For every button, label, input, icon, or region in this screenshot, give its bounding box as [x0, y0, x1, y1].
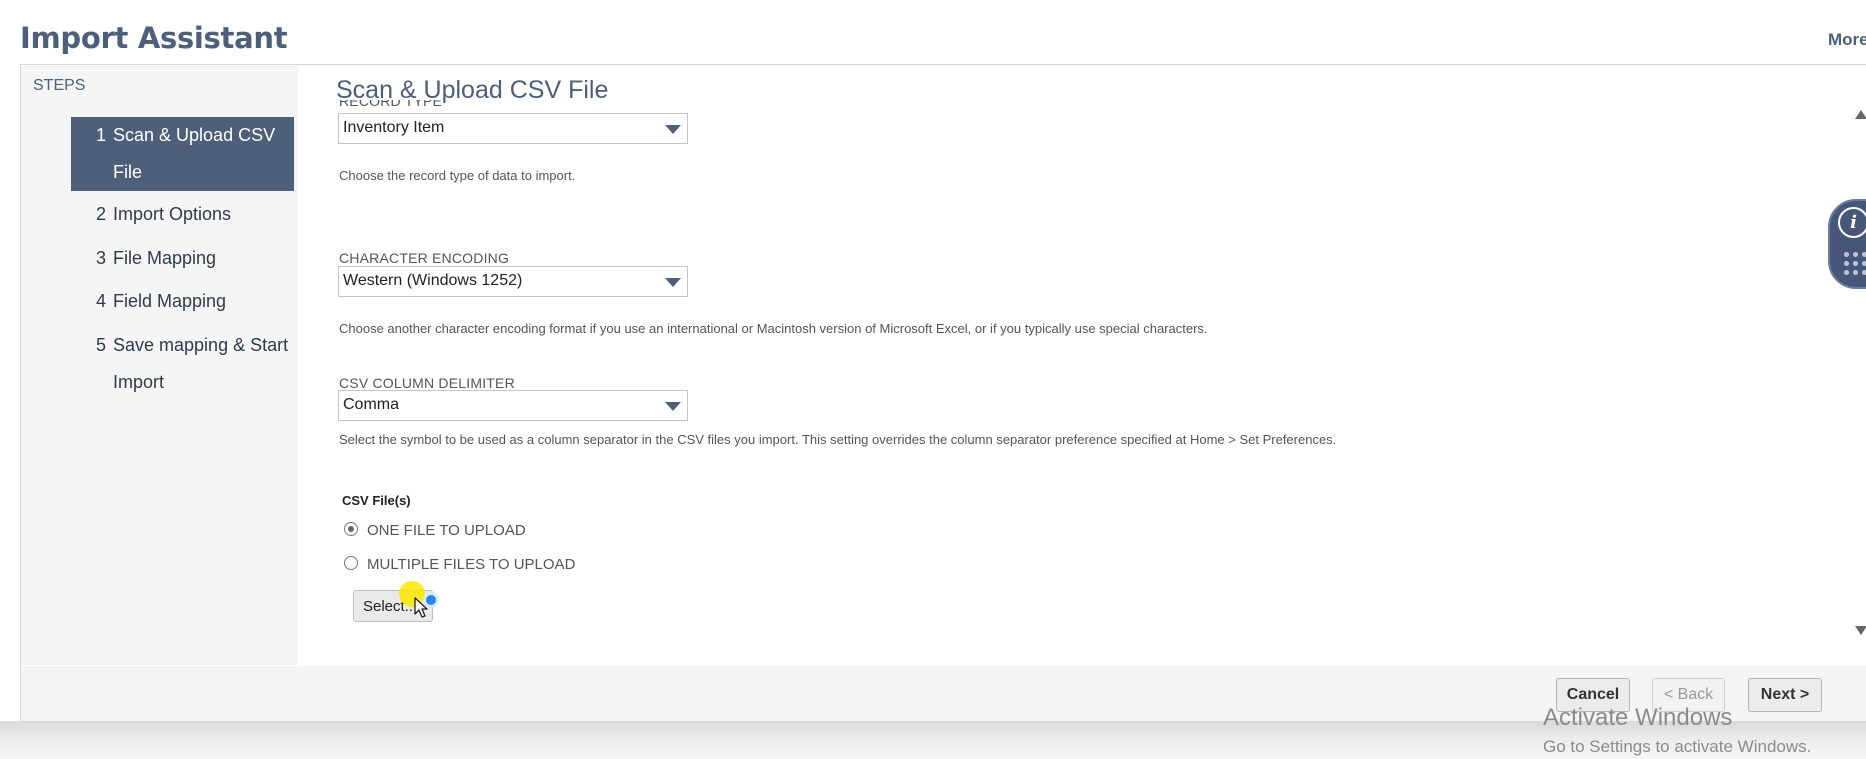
chevron-down-icon: [665, 278, 681, 287]
radio-multiple-files[interactable]: [344, 556, 358, 570]
busy-indicator-icon: [423, 592, 439, 608]
activate-windows-title: Activate Windows: [1543, 704, 1733, 731]
chevron-down-icon: [665, 402, 681, 411]
step-number: 5: [96, 335, 107, 355]
character-encoding-select[interactable]: Western (Windows 1252): [338, 266, 688, 297]
scroll-up-arrow-icon[interactable]: [1855, 110, 1866, 119]
steps-panel: STEPS 1 Scan & Upload CSV File 2 Import …: [21, 66, 298, 665]
step-number: 2: [96, 204, 107, 224]
step-label: Save mapping & Start Import: [113, 335, 289, 392]
info-icon[interactable]: i: [1838, 207, 1866, 238]
step-number: 4: [96, 291, 107, 311]
grid-icon[interactable]: [1842, 250, 1866, 276]
record-type-help: Choose the record type of data to import…: [339, 168, 576, 183]
step-label: Field Mapping: [113, 291, 227, 311]
one-file-label: ONE FILE TO UPLOAD: [367, 522, 526, 539]
next-button[interactable]: Next >: [1748, 678, 1822, 712]
scroll-down-arrow-icon[interactable]: [1855, 626, 1866, 635]
delimiter-help: Select the symbol to be used as a column…: [339, 432, 1337, 447]
step-scan-upload[interactable]: 1 Scan & Upload CSV File: [71, 117, 294, 191]
step-label: Scan & Upload CSV File: [113, 125, 276, 182]
delimiter-value: Comma: [343, 396, 400, 413]
step-file-mapping[interactable]: 3 File Mapping: [71, 240, 294, 277]
help-side-widget[interactable]: i: [1828, 199, 1866, 289]
step-label: File Mapping: [113, 248, 217, 268]
character-encoding-help: Choose another character encoding format…: [339, 321, 1208, 336]
csv-files-heading: CSV File(s): [342, 493, 411, 508]
multiple-files-label: MULTIPLE FILES TO UPLOAD: [367, 556, 576, 573]
chevron-down-icon: [665, 125, 681, 134]
radio-one-file[interactable]: [344, 522, 358, 536]
main-panel: Scan & Upload CSV File RECORD TYPE Inven…: [298, 66, 1866, 665]
record-type-value: Inventory Item: [343, 119, 445, 136]
character-encoding-value: Western (Windows 1252): [343, 272, 523, 289]
record-type-select[interactable]: Inventory Item: [338, 113, 688, 144]
step-number: 1: [96, 125, 107, 145]
step-save-start-import[interactable]: 5 Save mapping & Start Import: [71, 327, 294, 403]
character-encoding-label: CHARACTER ENCODING: [339, 250, 510, 266]
record-type-label: RECORD TYPE: [339, 100, 443, 109]
step-number: 3: [96, 248, 107, 268]
delimiter-select[interactable]: Comma: [338, 390, 688, 421]
one-file-option[interactable]: ONE FILE TO UPLOAD: [344, 522, 526, 539]
delimiter-label: CSV COLUMN DELIMITER: [339, 375, 515, 391]
step-label: Import Options: [113, 204, 232, 224]
steps-heading: STEPS: [33, 77, 86, 94]
multiple-files-option[interactable]: MULTIPLE FILES TO UPLOAD: [344, 556, 575, 573]
more-link[interactable]: More: [1828, 30, 1866, 50]
activate-windows-subtitle: Go to Settings to activate Windows.: [1543, 737, 1812, 756]
step-field-mapping[interactable]: 4 Field Mapping: [71, 283, 294, 320]
page-title: Import Assistant: [20, 21, 288, 55]
step-import-options[interactable]: 2 Import Options: [71, 196, 294, 233]
